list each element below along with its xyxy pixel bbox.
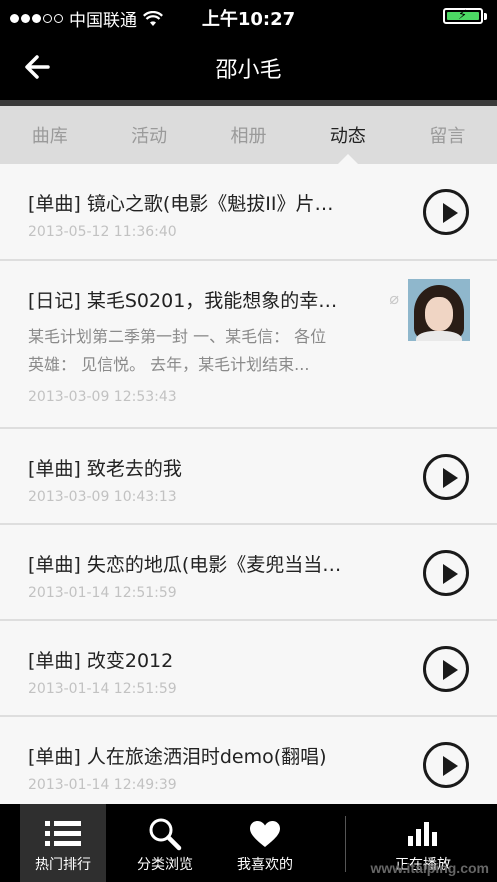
tabbar-item-hot-ranking[interactable]: 热门排行 — [20, 804, 106, 882]
nav-bar: 邵小毛 — [0, 32, 497, 100]
tab-album[interactable]: 相册 — [199, 106, 298, 164]
tabbar-label: 我喜欢的 — [237, 857, 293, 873]
tab-messages[interactable]: 留言 — [398, 106, 497, 164]
feed-item-date: 2013-03-09 12:53:43 — [28, 389, 177, 405]
status-bar: 中国联通 上午10:27 ⚡ — [0, 0, 497, 32]
feed-item-date: 2013-01-14 12:49:39 — [28, 777, 177, 793]
feed-item-title: [单曲] 镜心之歌(电影《魁拔II》片… — [28, 193, 334, 215]
feed-item-excerpt: 某毛计划第二季第一封 一、某毛信： 各位 英雄： 见信悦。 去年，某毛计划结束.… — [28, 327, 327, 374]
tab-activity[interactable]: 动态 — [298, 106, 397, 164]
diary-thumbnail[interactable] — [408, 279, 470, 341]
profile-tabs: 曲库 活动 相册 动态 留言 — [0, 106, 497, 164]
feed-item-date: 2013-05-12 11:36:40 — [28, 224, 177, 240]
play-icon[interactable] — [423, 550, 469, 596]
feed-item-title: [单曲] 人在旅途洒泪时demo(翻唱) — [28, 746, 327, 768]
page-title: 邵小毛 — [215, 58, 282, 83]
activity-feed: [单曲] 镜心之歌(电影《魁拔II》片… 2013-05-12 11:36:40… — [0, 164, 497, 809]
feed-item[interactable]: [单曲] 致老去的我 2013-03-09 10:43:13 — [0, 429, 497, 525]
play-icon[interactable] — [423, 742, 469, 788]
feed-item[interactable]: [单曲] 失恋的地瓜(电影《麦兜当当… 2013-01-14 12:51:59 — [0, 525, 497, 621]
feed-item-title: [单曲] 改变2012 — [28, 650, 174, 672]
feed-item[interactable]: [日记] 某毛S0201，我能想象的幸… ⌀ 某毛计划第二季第一封 一、某毛信：… — [0, 261, 497, 429]
list-icon — [45, 821, 81, 846]
status-time: 上午10:27 — [201, 9, 296, 30]
tab-events[interactable]: 活动 — [99, 106, 198, 164]
watermark: www.itaiping.com — [370, 860, 490, 876]
feed-item[interactable]: [单曲] 人在旅途洒泪时demo(翻唱) 2013-01-14 12:49:39 — [0, 717, 497, 809]
feed-item-title: [单曲] 失恋的地瓜(电影《麦兜当当… — [28, 554, 342, 576]
play-icon[interactable] — [423, 646, 469, 692]
play-icon[interactable] — [423, 189, 469, 235]
tabbar-divider — [345, 816, 346, 872]
tabbar-item-category-browse[interactable]: 分类浏览 — [122, 804, 208, 882]
attachment-icon: ⌀ — [389, 289, 399, 308]
tabbar-label: 分类浏览 — [137, 857, 193, 873]
tab-library[interactable]: 曲库 — [0, 106, 99, 164]
tabbar-item-favorites[interactable]: 我喜欢的 — [222, 804, 308, 882]
feed-item-date: 2013-01-14 12:51:59 — [28, 681, 177, 697]
bars-icon — [408, 822, 437, 846]
feed-item-title: [日记] 某毛S0201，我能想象的幸… — [28, 290, 338, 312]
battery-icon: ⚡ — [443, 8, 487, 24]
search-icon — [149, 818, 182, 851]
feed-item[interactable]: [单曲] 改变2012 2013-01-14 12:51:59 — [0, 621, 497, 717]
bottom-tab-bar: 热门排行 分类浏览 我喜欢的 正在播放 www.itaiping.com — [0, 804, 497, 882]
feed-item-title: [单曲] 致老去的我 — [28, 458, 182, 480]
tabbar-label: 热门排行 — [35, 857, 91, 873]
heart-icon — [250, 821, 280, 847]
feed-item[interactable]: [单曲] 镜心之歌(电影《魁拔II》片… 2013-05-12 11:36:40 — [0, 164, 497, 261]
feed-item-date: 2013-03-09 10:43:13 — [28, 489, 177, 505]
feed-item-date: 2013-01-14 12:51:59 — [28, 585, 177, 601]
play-icon[interactable] — [423, 454, 469, 500]
